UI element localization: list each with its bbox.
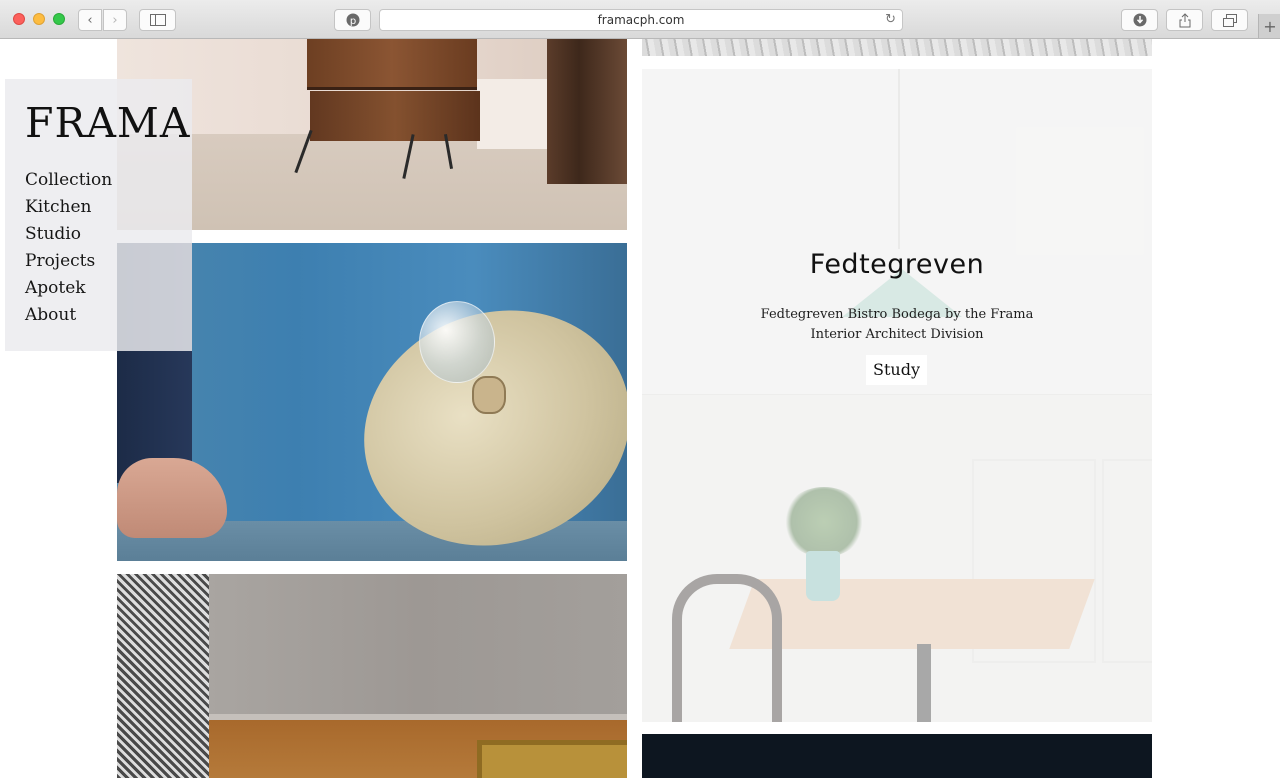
menu-item-kitchen[interactable]: Kitchen [25, 194, 112, 221]
new-tab-button[interactable]: + [1258, 14, 1280, 38]
menu-item-projects[interactable]: Projects [25, 248, 112, 275]
forward-button[interactable]: › [103, 9, 127, 31]
site-navigation: FRAMA Collection Kitchen Studio Projects… [5, 79, 192, 351]
stool-leg [294, 129, 313, 174]
hand [117, 458, 227, 538]
menu-item-about[interactable]: About [25, 302, 112, 329]
tabs-icon [1222, 13, 1237, 27]
page-content: Fedtegreven Fedtegreven Bistro Bodega by… [0, 39, 1280, 778]
dark-project-image[interactable] [642, 734, 1152, 778]
downloads-button[interactable] [1121, 9, 1158, 31]
wooden-doorframe [547, 39, 627, 184]
study-button[interactable]: Study [866, 355, 927, 385]
baseboard [477, 79, 547, 149]
svg-text:p: p [349, 16, 355, 27]
painting-frame [477, 740, 627, 778]
sidebar-toggle-button[interactable] [139, 9, 176, 31]
url-text: framacph.com [597, 13, 685, 27]
back-button[interactable]: ‹ [78, 9, 102, 31]
show-tabs-button[interactable] [1211, 9, 1248, 31]
project-description: Fedtegreven Bistro Bodega by the Frama I… [760, 307, 1034, 342]
download-icon [1133, 13, 1146, 27]
tiled-floor-image[interactable] [642, 39, 1152, 56]
menu-item-apotek[interactable]: Apotek [25, 275, 112, 302]
browser-toolbar: ‹ › p framacph.com ↻ + [0, 0, 1280, 39]
minimize-window-button[interactable] [33, 13, 45, 25]
share-button[interactable] [1166, 9, 1203, 31]
pinterest-icon: p [346, 13, 359, 27]
bulb-socket [472, 376, 506, 414]
herringbone-curtain [117, 574, 209, 778]
fedtegreven-project-card[interactable]: Fedtegreven Fedtegreven Bistro Bodega by… [642, 69, 1152, 722]
share-icon [1179, 12, 1190, 27]
pendant-lamp-image[interactable] [117, 243, 627, 561]
menu-item-collection[interactable]: Collection [25, 167, 112, 194]
light-bulb [419, 301, 495, 383]
address-bar[interactable]: framacph.com ↻ [379, 9, 903, 31]
project-title: Fedtegreven [809, 249, 985, 280]
chevron-right-icon: › [112, 12, 118, 28]
grey-wall [209, 574, 627, 714]
sidebar-icon [149, 14, 166, 26]
reload-icon[interactable]: ↻ [885, 12, 896, 27]
close-window-button[interactable] [13, 13, 25, 25]
maximize-window-button[interactable] [53, 13, 65, 25]
menu-item-studio[interactable]: Studio [25, 221, 112, 248]
stool-product-image[interactable] [117, 39, 627, 230]
stool-box-upper [307, 39, 477, 90]
frama-logo[interactable]: FRAMA [25, 99, 191, 147]
chevron-left-icon: ‹ [87, 12, 93, 28]
stool-box-lower [310, 91, 480, 141]
pinterest-extension-button[interactable]: p [334, 9, 371, 31]
interior-image[interactable] [117, 574, 627, 778]
main-menu: Collection Kitchen Studio Projects Apote… [25, 167, 112, 329]
plus-icon: + [1263, 16, 1277, 36]
image-overlay [642, 69, 1152, 722]
